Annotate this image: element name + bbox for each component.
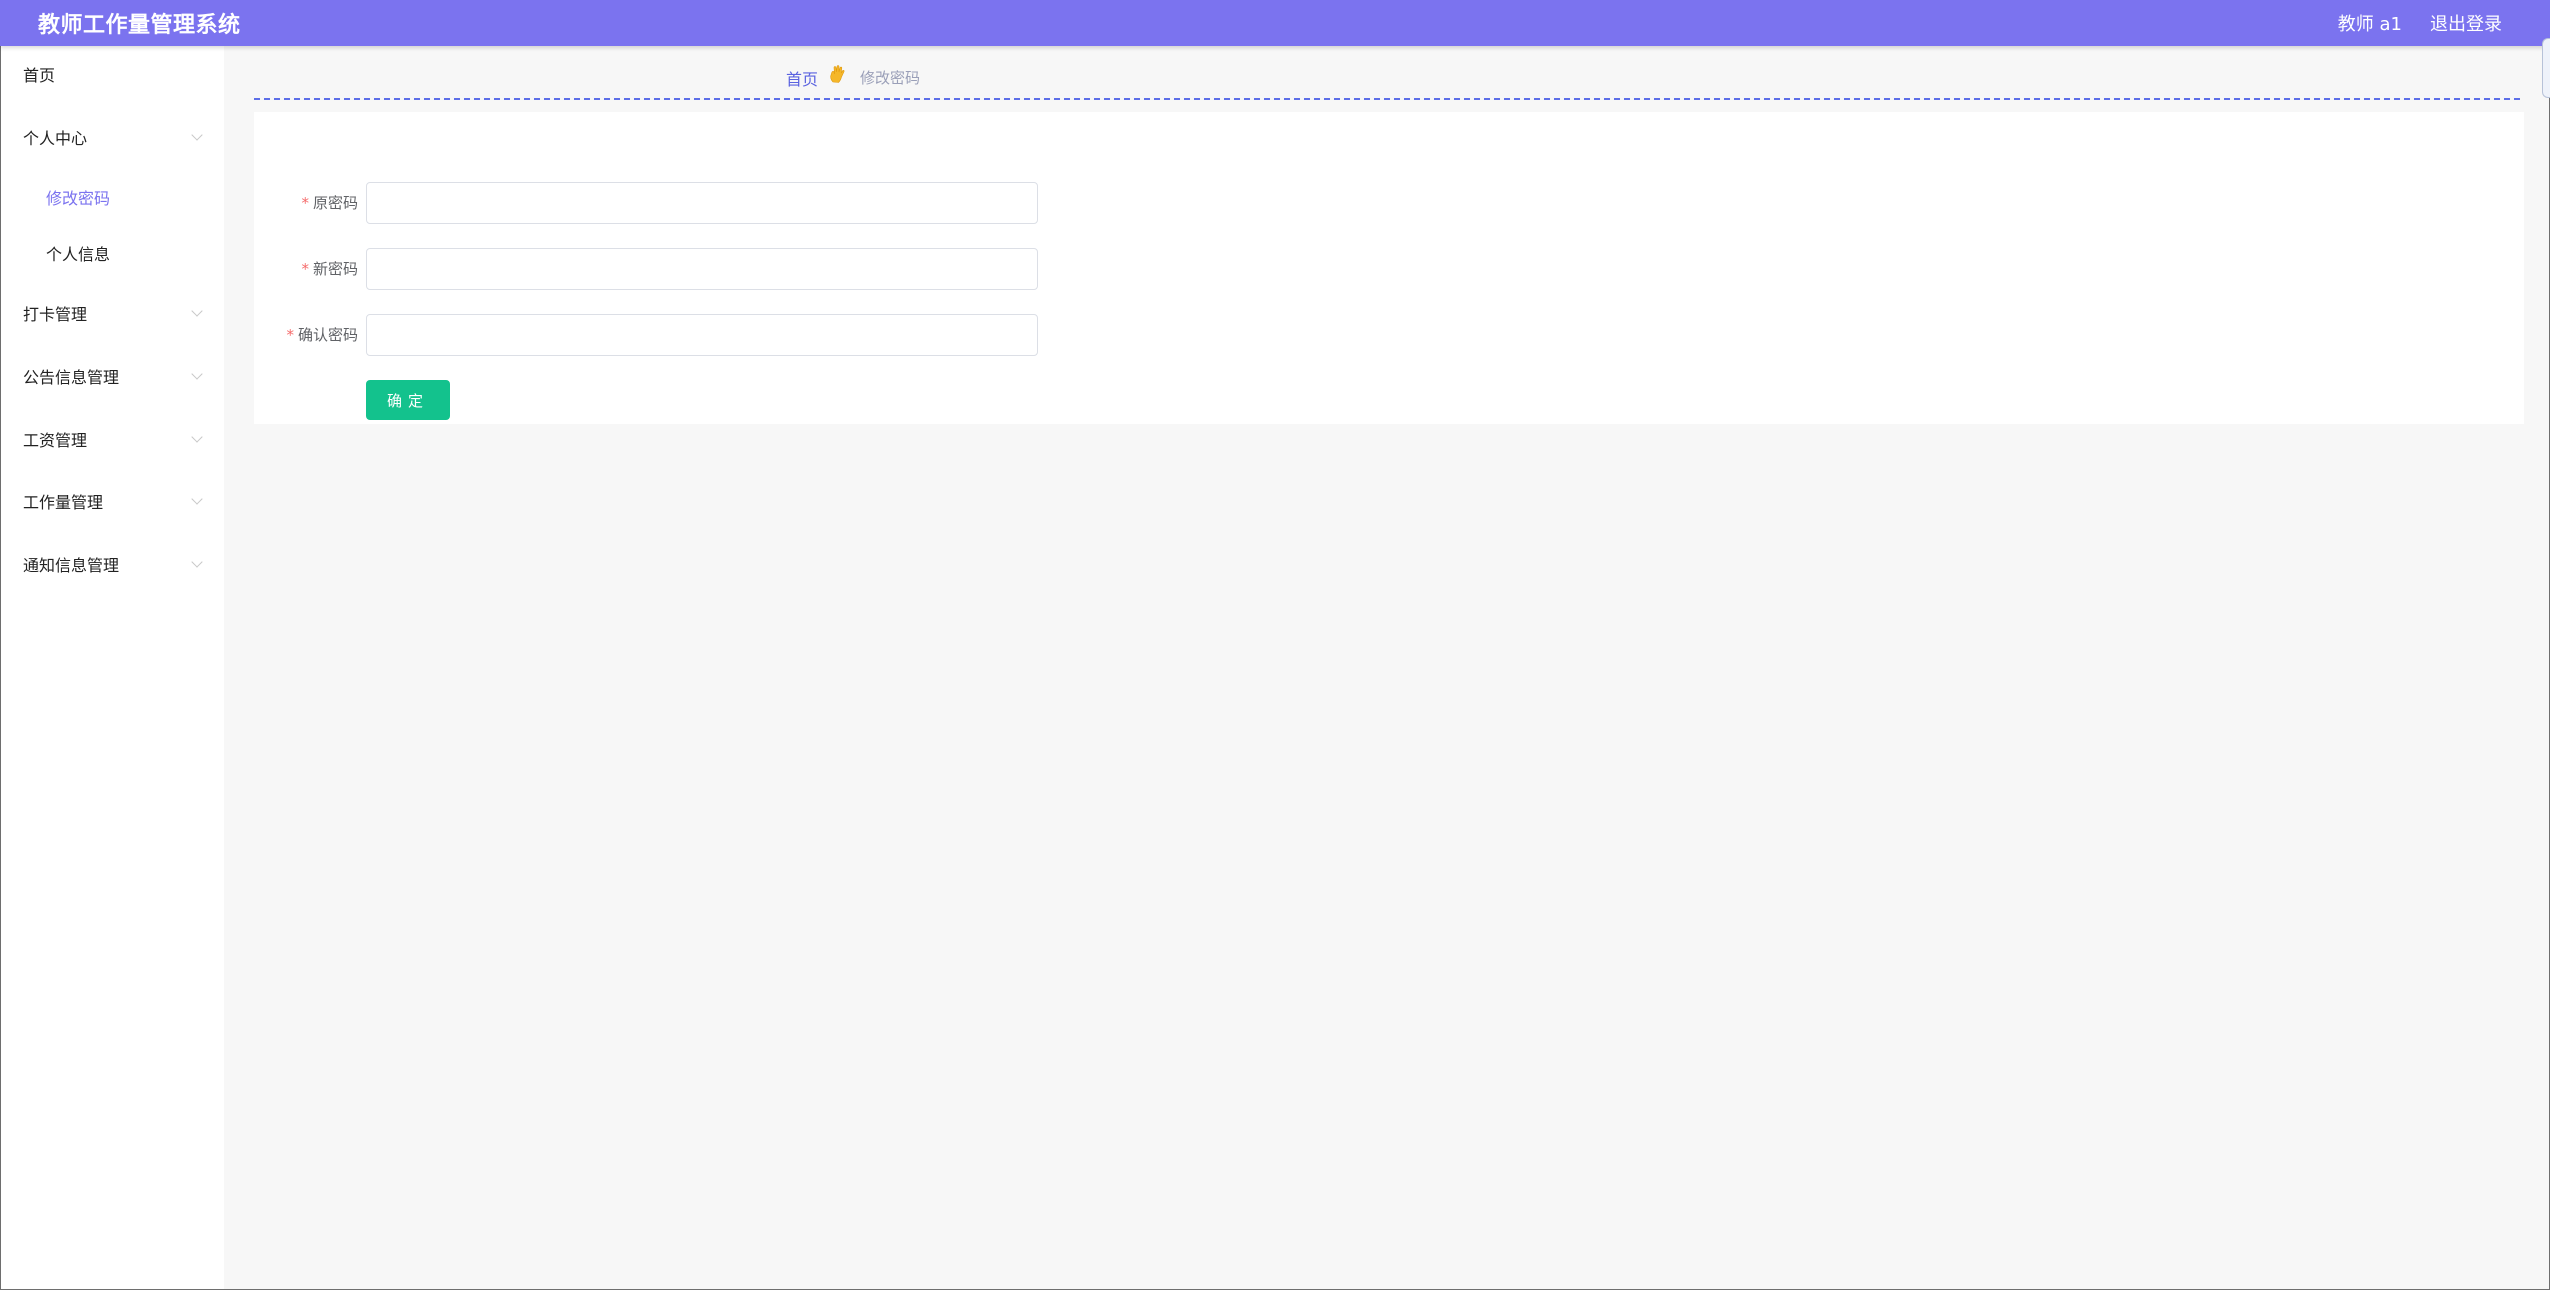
sidebar-item-label: 修改密码 (46, 189, 111, 208)
chevron-down-icon (191, 556, 203, 568)
required-mark: * (301, 194, 309, 212)
sidebar-item-label: 打卡管理 (23, 305, 88, 324)
chevron-down-icon (191, 368, 203, 380)
hand-icon (830, 65, 845, 83)
sidebar-item-notifications[interactable]: 通知信息管理 (1, 544, 225, 584)
old-password-row: * 原密码 (254, 182, 1038, 224)
sidebar-item-label: 公告信息管理 (23, 368, 120, 387)
breadcrumb-current: 修改密码 (860, 69, 921, 87)
confirm-password-label: * 确认密码 (286, 314, 358, 356)
chevron-down-icon (191, 431, 203, 443)
top-header: 教师工作量管理系统 教师 a1 退出登录 (0, 0, 2550, 46)
sidebar-menu: 首页 个人中心 修改密码 个人信息 打卡管理 公告信息管理 工资管理 工作量管理 (0, 46, 224, 1290)
required-mark: * (286, 326, 294, 344)
sidebar-item-label: 通知信息管理 (23, 556, 120, 575)
app-title: 教师工作量管理系统 (38, 13, 241, 38)
sidebar-item-workload[interactable]: 工作量管理 (1, 481, 225, 521)
breadcrumb: 首页 修改密码 (254, 46, 2520, 100)
sidebar-item-label: 个人信息 (46, 245, 111, 264)
breadcrumb-home-link[interactable]: 首页 (786, 66, 818, 90)
sidebar-item-personal-center[interactable]: 个人中心 (1, 117, 225, 157)
old-password-input[interactable] (366, 182, 1038, 224)
logout-link[interactable]: 退出登录 (2430, 10, 2502, 36)
current-user-label: 教师 a1 (2337, 14, 2402, 35)
change-password-form: * 原密码 * 新密码 * 确认密码 确定 (254, 112, 2524, 424)
sidebar-item-change-password[interactable]: 修改密码 (1, 177, 225, 217)
confirm-password-input[interactable] (366, 314, 1038, 356)
app-window: 教师工作量管理系统 教师 a1 退出登录 首页 个人中心 修改密码 个人信息 打… (0, 0, 2550, 1290)
sidebar-item-announcements[interactable]: 公告信息管理 (1, 356, 225, 396)
field-label-text: 确认密码 (297, 326, 358, 344)
sidebar-item-label: 首页 (23, 66, 56, 85)
chevron-down-icon (191, 493, 203, 505)
field-label-text: 原密码 (312, 194, 358, 212)
required-mark: * (301, 260, 309, 278)
sidebar-item-attendance[interactable]: 打卡管理 (1, 293, 225, 333)
chevron-down-icon (191, 305, 203, 317)
old-password-label: * 原密码 (301, 182, 358, 224)
submit-button[interactable]: 确定 (366, 380, 450, 420)
main-content: 首页 修改密码 * 原密码 * 新密码 * 确认密码 确定 (224, 46, 2550, 1290)
sidebar-item-home[interactable]: 首页 (1, 54, 225, 94)
sidebar-item-label: 工作量管理 (23, 493, 104, 512)
new-password-row: * 新密码 (254, 248, 1038, 290)
sidebar-item-personal-info[interactable]: 个人信息 (1, 233, 225, 273)
new-password-input[interactable] (366, 248, 1038, 290)
chevron-down-icon (191, 129, 203, 141)
confirm-password-row: * 确认密码 (254, 314, 1038, 356)
new-password-label: * 新密码 (301, 248, 358, 290)
sidebar-item-salary[interactable]: 工资管理 (1, 419, 225, 459)
side-drawer-handle[interactable] (2542, 38, 2550, 98)
sidebar-item-label: 工资管理 (23, 431, 88, 450)
sidebar-item-label: 个人中心 (23, 129, 88, 148)
field-label-text: 新密码 (312, 260, 358, 278)
header-user-area: 教师 a1 退出登录 (2338, 10, 2502, 36)
